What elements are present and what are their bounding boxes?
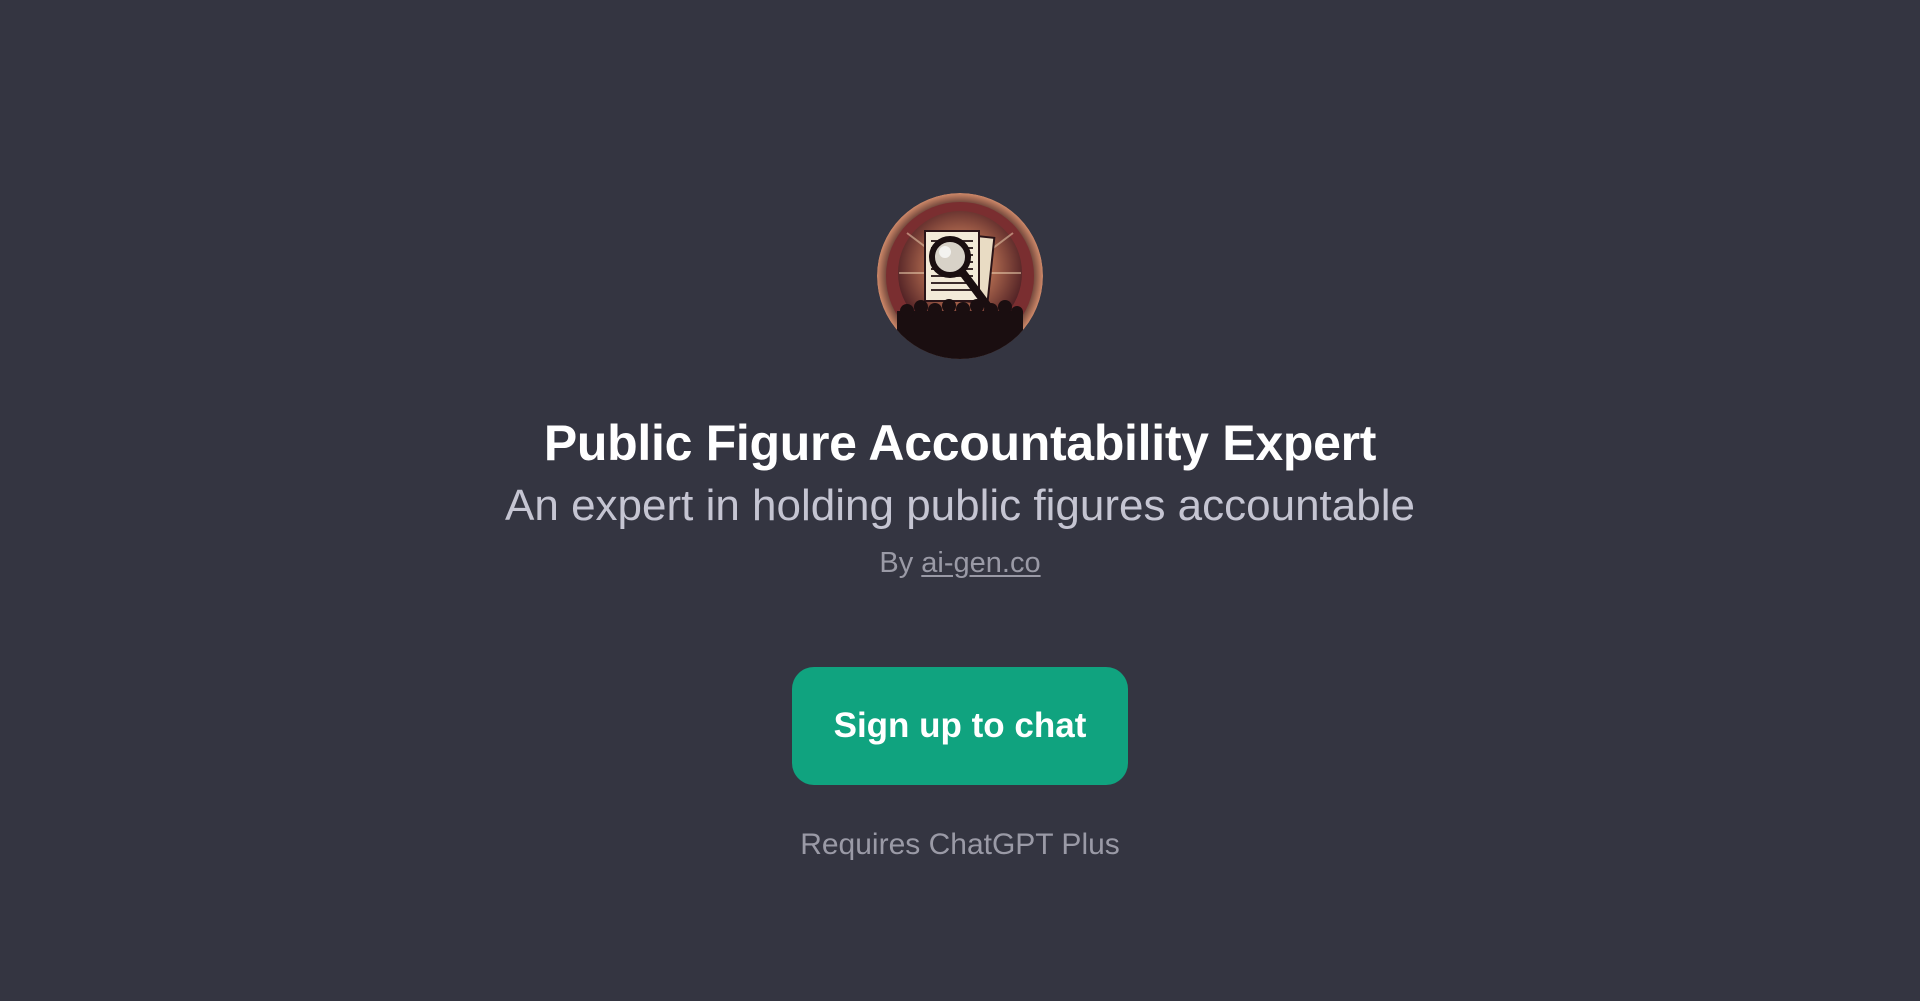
gpt-landing-page: Public Figure Accountability Expert An e… xyxy=(0,0,1920,1001)
gpt-avatar xyxy=(877,193,1043,359)
magnifying-glass-over-documents-icon xyxy=(877,193,1043,359)
plus-requirement-note: Requires ChatGPT Plus xyxy=(800,828,1120,861)
gpt-description: An expert in holding public figures acco… xyxy=(505,481,1415,530)
sign-up-to-chat-button[interactable]: Sign up to chat xyxy=(792,667,1128,785)
gpt-title: Public Figure Accountability Expert xyxy=(543,415,1377,471)
author-byline: By ai-gen.co xyxy=(879,545,1040,581)
author-link[interactable]: ai-gen.co xyxy=(921,547,1040,579)
author-prefix: By xyxy=(879,547,914,579)
